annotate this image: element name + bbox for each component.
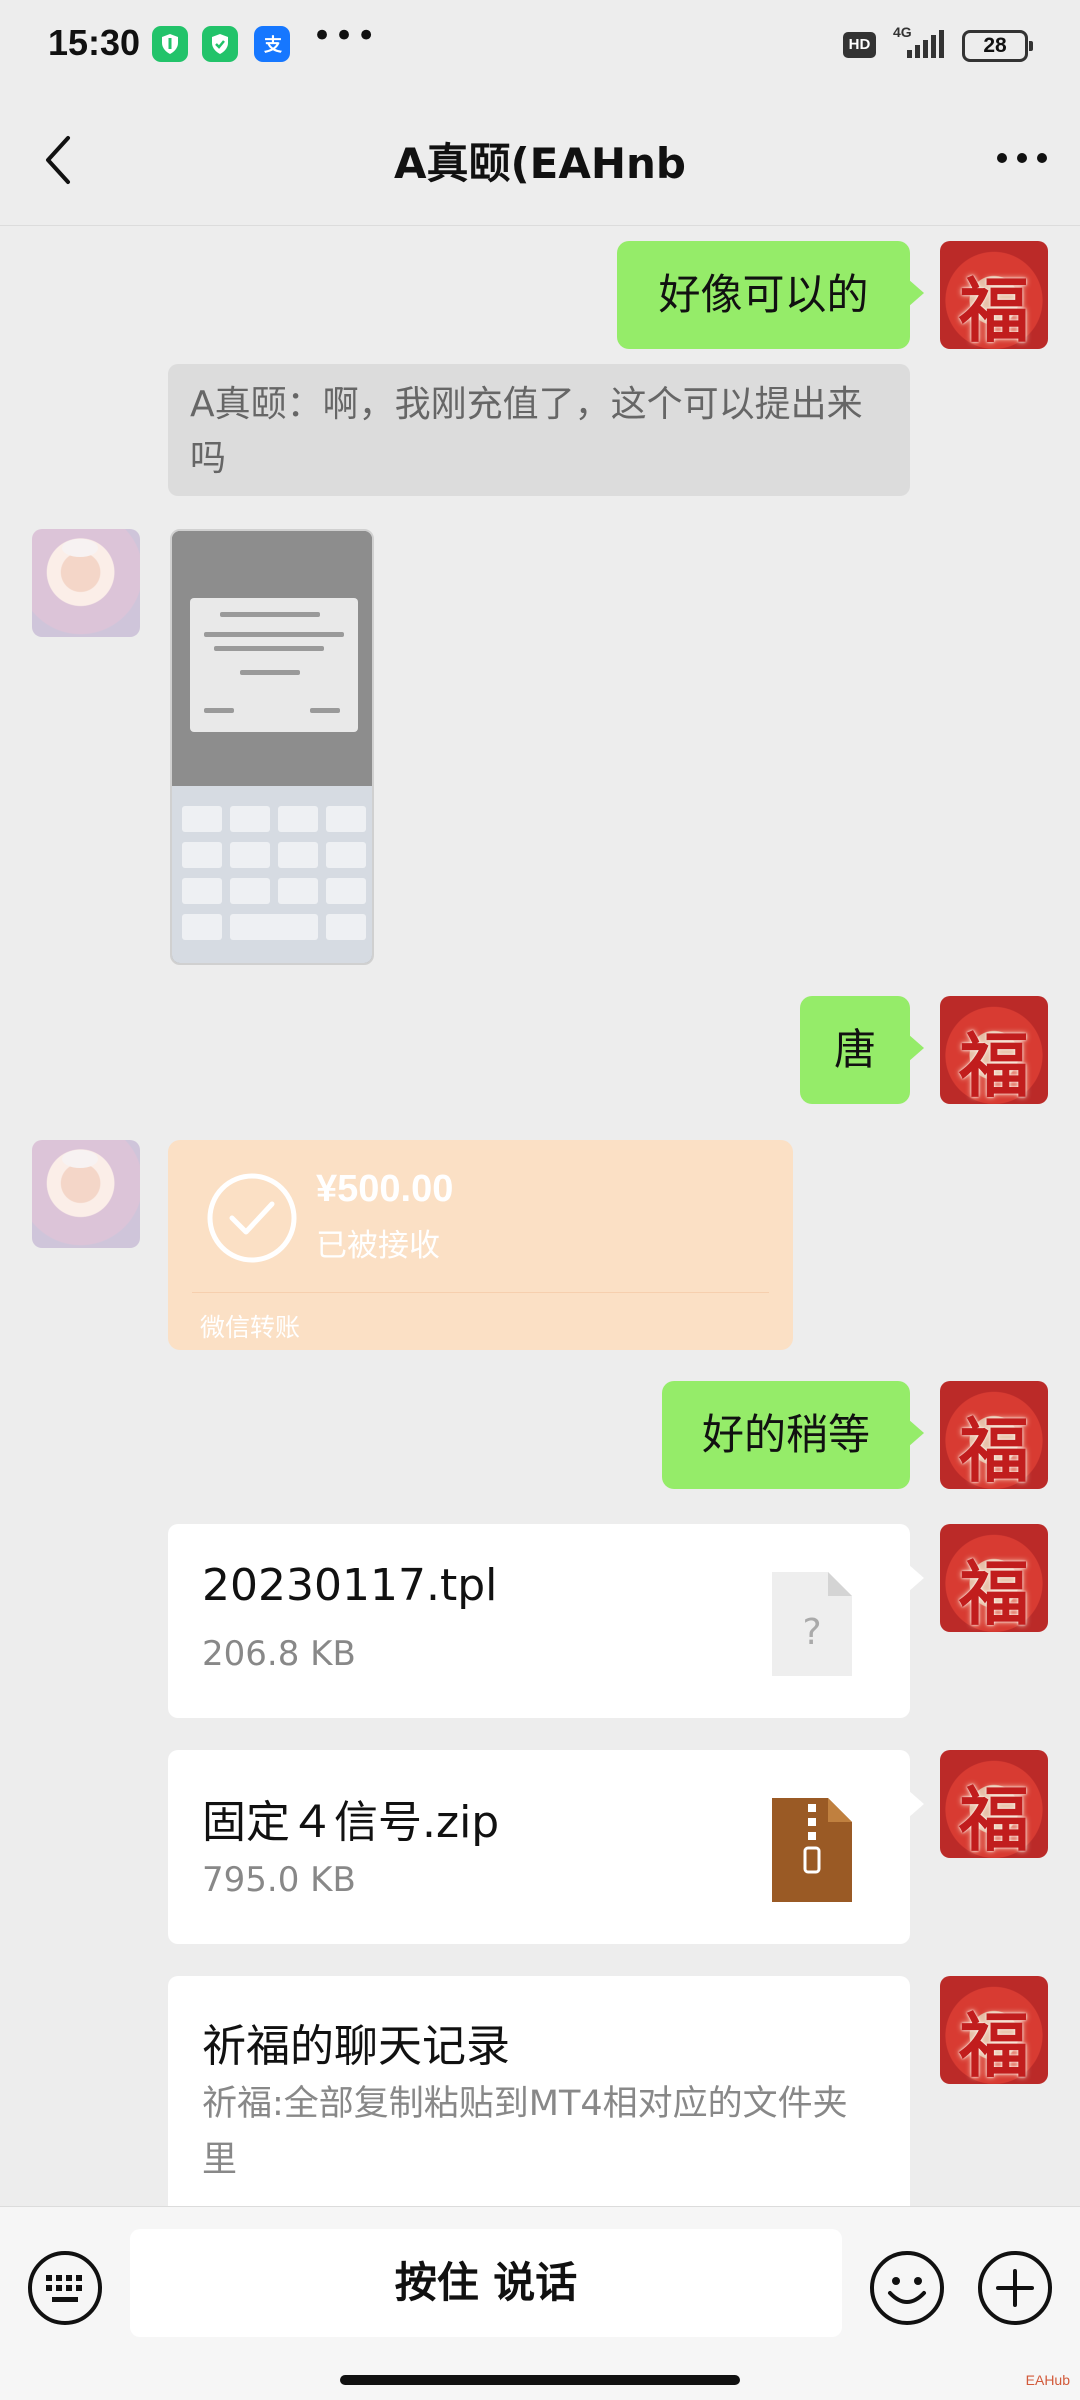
- bow-decoration: [62, 1150, 98, 1168]
- more-options-icon[interactable]: [994, 146, 1050, 170]
- self-avatar[interactable]: 福: [940, 1750, 1048, 1858]
- image-message[interactable]: [170, 529, 374, 965]
- fu-character-icon: 福: [959, 1778, 1029, 1858]
- chat-record-message[interactable]: 祈福的聊天记录 祈福:全部复制粘贴到MT4相对应的文件夹里: [168, 1976, 910, 2206]
- quoted-message[interactable]: A真颐：啊，我刚充值了，这个可以提出来吗: [168, 364, 910, 496]
- alipay-app-icon: 支: [254, 26, 290, 62]
- check-circle-icon: [207, 1173, 297, 1263]
- fu-character-icon: 福: [959, 269, 1029, 349]
- keyboard-icon[interactable]: [26, 2249, 104, 2327]
- outgoing-message-bubble[interactable]: 唐: [800, 996, 924, 1104]
- record-preview: 祈福:全部复制粘贴到MT4相对应的文件夹里: [202, 2084, 848, 2180]
- hd-badge: HD: [843, 32, 876, 58]
- file-message-zip[interactable]: 固定４信号.zip 795.0 KB: [168, 1750, 924, 1944]
- shield-app-icon: [152, 26, 188, 62]
- file-name: 固定４信号.zip: [202, 1797, 500, 1848]
- unknown-file-icon: ?: [772, 1572, 852, 1676]
- input-bar: 按住 说话 EAHub: [0, 2206, 1080, 2400]
- watermark: EAHub: [1025, 2372, 1070, 2388]
- hold-to-talk-button[interactable]: 按住 说话: [130, 2229, 842, 2337]
- self-avatar[interactable]: 福: [940, 1524, 1048, 1632]
- fu-character-icon: 福: [959, 1552, 1029, 1632]
- outgoing-message-bubble[interactable]: 好像可以的: [617, 241, 924, 349]
- file-name: 20230117.tpl: [202, 1560, 498, 1611]
- status-more-icon: •••: [312, 16, 379, 56]
- plus-icon[interactable]: [976, 2249, 1054, 2327]
- contact-avatar[interactable]: [32, 529, 140, 637]
- file-size: 795.0 KB: [202, 1860, 356, 1900]
- transfer-amount: ¥500.00: [316, 1168, 454, 1210]
- transfer-divider: [192, 1292, 769, 1293]
- zip-file-icon: [772, 1798, 852, 1902]
- svg-text:支: 支: [263, 34, 283, 56]
- chat-header: A真颐(EAHnb: [0, 92, 1080, 226]
- fu-character-icon: 福: [959, 2004, 1029, 2084]
- signal-icon: [907, 30, 944, 58]
- record-title: 祈福的聊天记录: [202, 2021, 510, 2072]
- transfer-label: 微信转账: [200, 1313, 301, 1342]
- self-avatar[interactable]: 福: [940, 996, 1048, 1104]
- contact-avatar[interactable]: [32, 1140, 140, 1248]
- transfer-status: 已被接收: [316, 1228, 440, 1264]
- self-avatar[interactable]: 福: [940, 241, 1048, 349]
- battery-icon: 28: [962, 30, 1033, 62]
- self-avatar[interactable]: 福: [940, 1976, 1048, 2084]
- file-size: 206.8 KB: [202, 1634, 356, 1674]
- screenshot-keyboard: [172, 786, 372, 963]
- shield-app-icon-2: [202, 26, 238, 62]
- emoji-icon[interactable]: [868, 2249, 946, 2327]
- screenshot-dialog: [190, 598, 358, 732]
- transfer-card[interactable]: ¥500.00 已被接收 微信转账: [168, 1140, 793, 1350]
- outgoing-message-bubble[interactable]: 好的稍等: [662, 1381, 924, 1489]
- svg-text:?: ?: [802, 1612, 821, 1653]
- status-bar: 15:30 支 ••• HD 4G 28: [0, 0, 1080, 92]
- home-indicator[interactable]: [340, 2375, 740, 2385]
- self-avatar[interactable]: 福: [940, 1381, 1048, 1489]
- bow-decoration: [62, 539, 98, 557]
- status-time: 15:30: [48, 22, 141, 63]
- fu-character-icon: 福: [959, 1024, 1029, 1104]
- fu-character-icon: 福: [959, 1409, 1029, 1489]
- file-message-tpl[interactable]: 20230117.tpl 206.8 KB ?: [168, 1524, 924, 1718]
- chat-title: A真颐(EAHnb: [393, 139, 686, 188]
